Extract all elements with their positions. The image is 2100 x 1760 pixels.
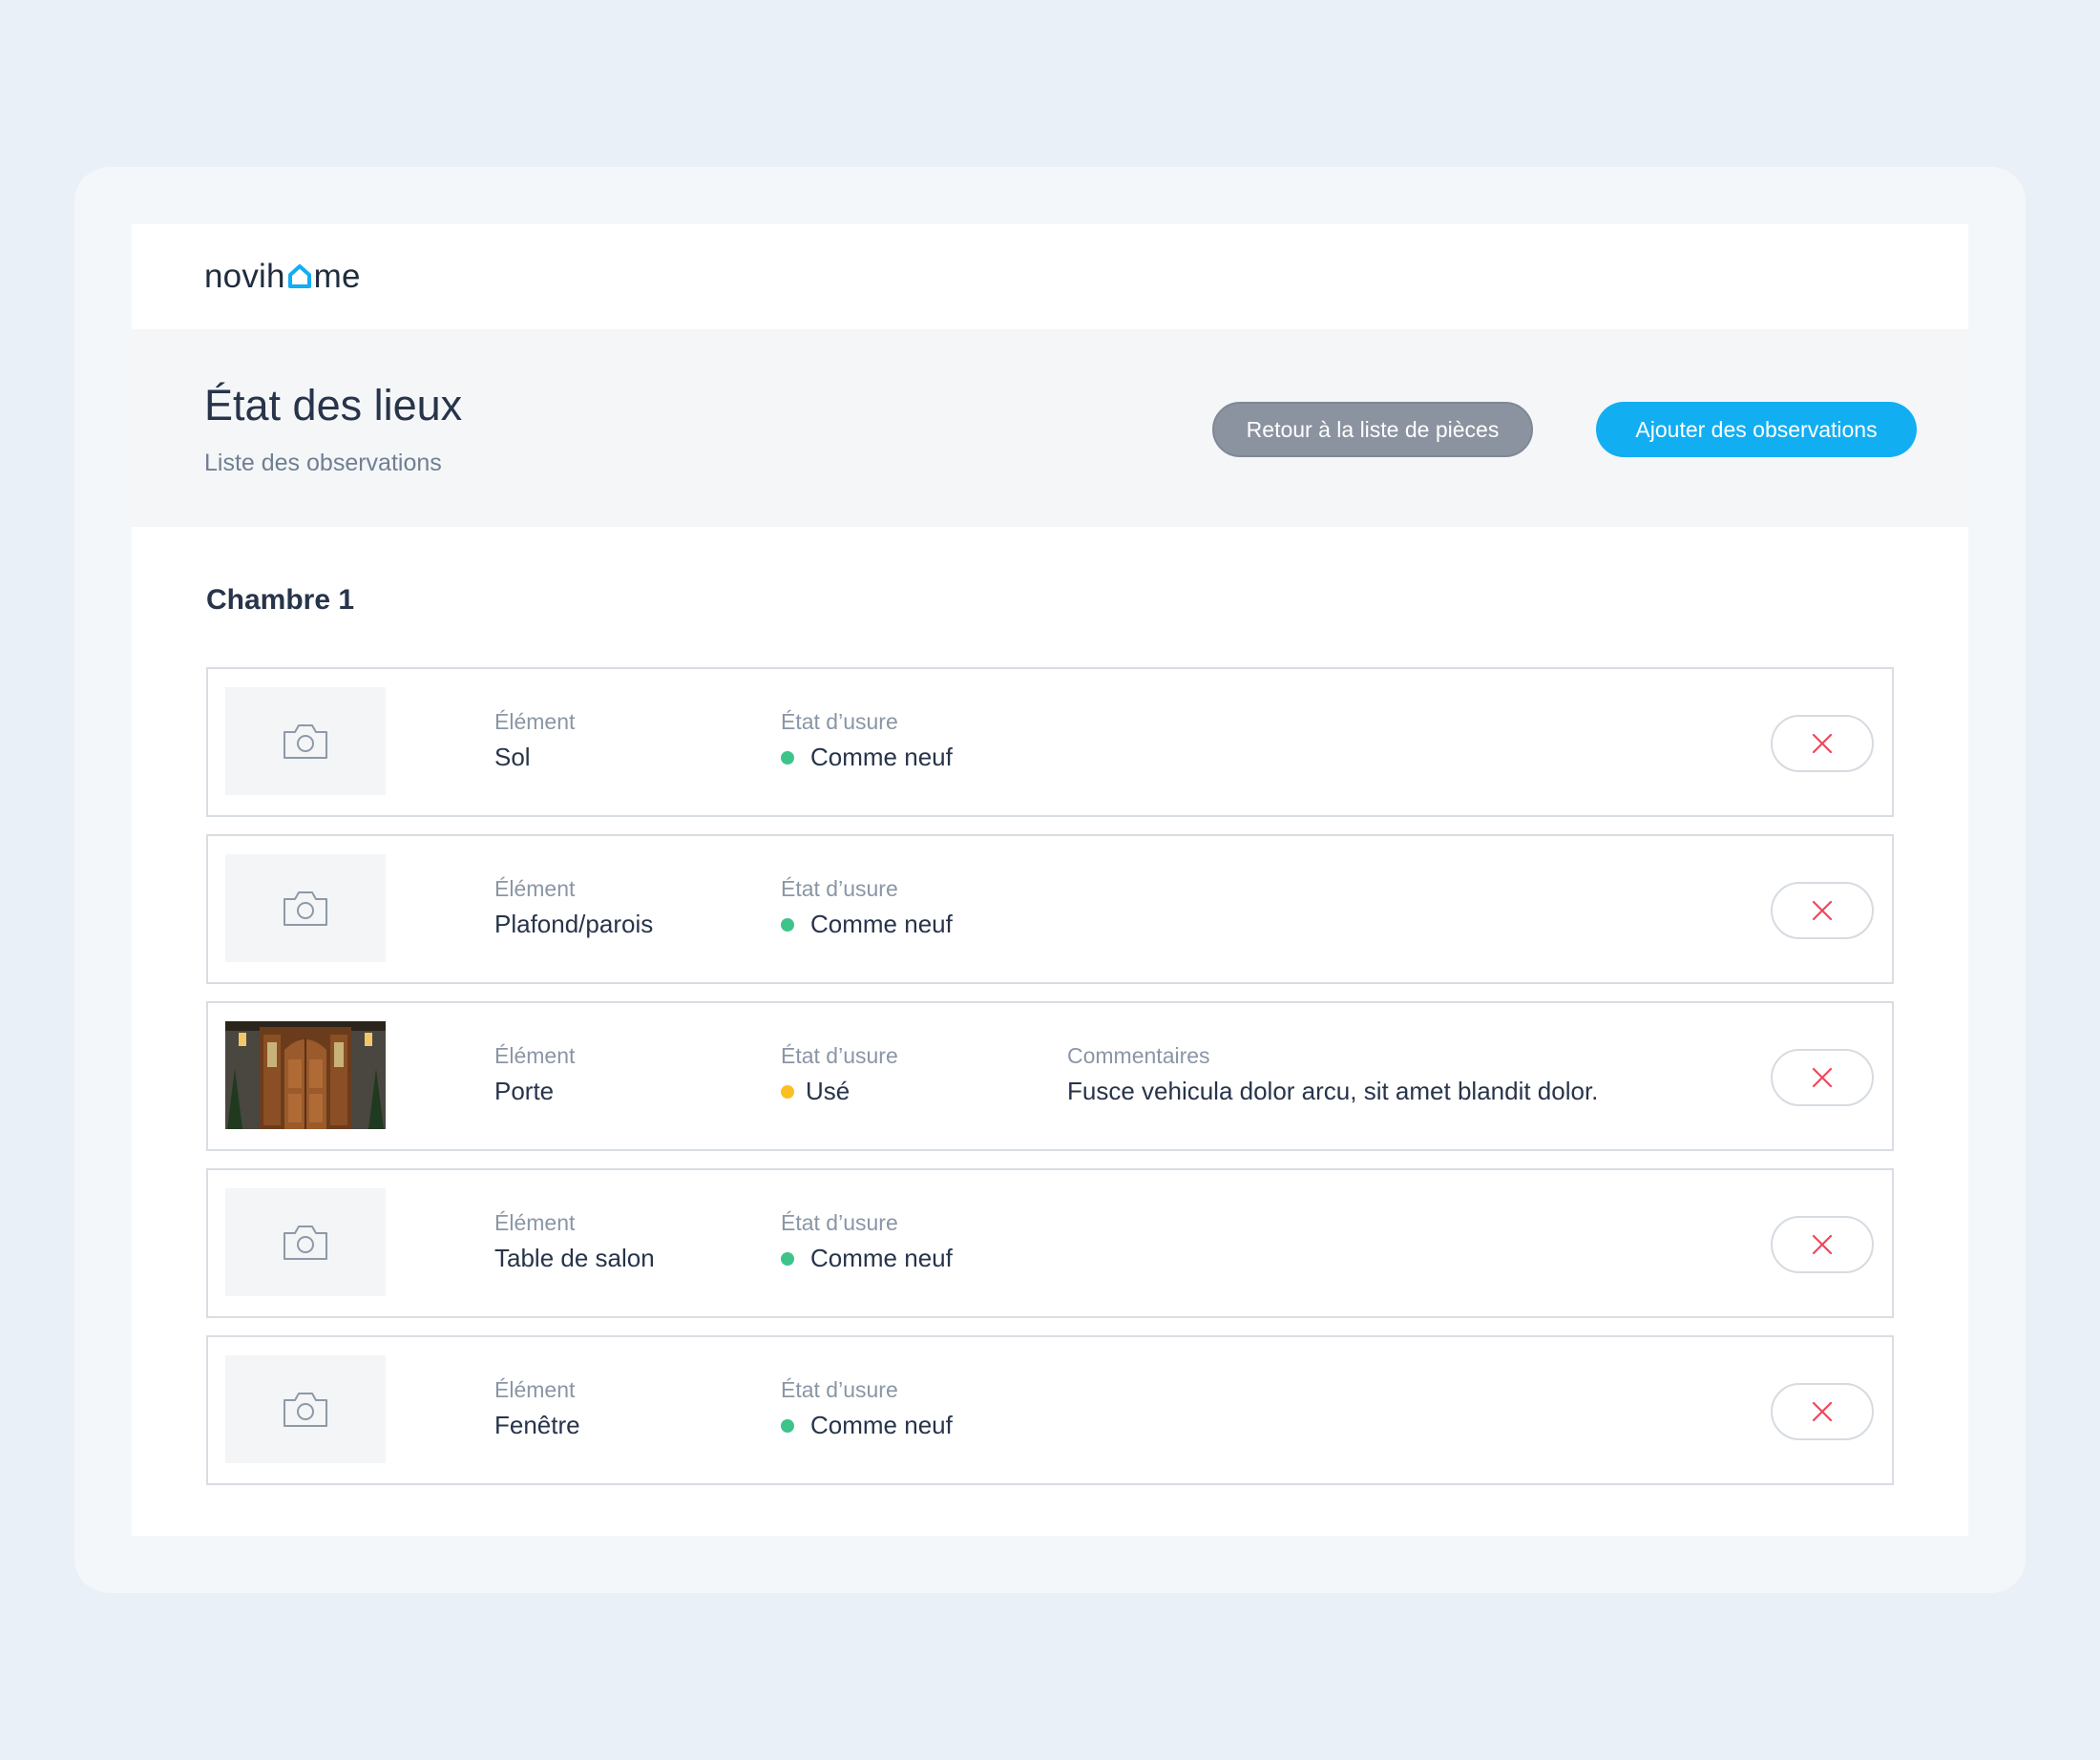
state-column: État d’usure Comme neuf	[781, 876, 953, 939]
page-subtitle: Liste des observations	[204, 450, 442, 476]
logo-text-suffix: me	[313, 258, 361, 295]
observation-row: Élément Sol État d’usure Comme neuf	[206, 667, 1894, 817]
state-text: Comme neuf	[810, 1244, 953, 1272]
element-column: Élément Table de salon	[494, 1210, 655, 1273]
observation-row: Élément Porte État d’usure Usé Commentai…	[206, 1001, 1894, 1151]
delete-observation-button[interactable]	[1771, 1216, 1874, 1273]
element-column: Élément Plafond/parois	[494, 876, 653, 939]
comment-column: Commentaires Fusce vehicula dolor arcu, …	[1067, 1043, 1598, 1106]
logo[interactable]: novih me	[204, 258, 361, 296]
element-column: Élément Sol	[494, 709, 575, 772]
state-value: Comme neuf	[781, 1411, 953, 1440]
state-column: État d’usure Comme neuf	[781, 709, 953, 772]
state-column: État d’usure Comme neuf	[781, 1377, 953, 1440]
state-text: Comme neuf	[810, 743, 953, 771]
door-photo[interactable]	[225, 1021, 386, 1129]
state-text: Comme neuf	[810, 1411, 953, 1439]
state-label: État d’usure	[781, 876, 898, 901]
comment-value: Fusce vehicula dolor arcu, sit amet blan…	[1067, 1077, 1599, 1105]
state-value: Comme neuf	[781, 1244, 953, 1273]
add-observations-button[interactable]: Ajouter des observations	[1596, 402, 1917, 457]
comment-label: Commentaires	[1067, 1043, 1210, 1068]
observation-row: Élément Plafond/parois État d’usure Comm…	[206, 834, 1894, 984]
back-to-rooms-button[interactable]: Retour à la liste de pièces	[1212, 402, 1533, 457]
status-dot	[781, 1084, 794, 1099]
app-frame: novih me État des lieux Liste des observ…	[74, 167, 2026, 1593]
logo-text-prefix: novih	[204, 258, 285, 295]
delete-observation-button[interactable]	[1771, 1383, 1874, 1440]
element-label: Élément	[494, 1043, 576, 1068]
close-icon	[1812, 1401, 1833, 1422]
element-label: Élément	[494, 1210, 576, 1235]
state-column: État d’usure Usé	[781, 1043, 898, 1106]
page-title: État des lieux	[204, 381, 463, 430]
delete-observation-button[interactable]	[1771, 882, 1874, 939]
camera-icon	[284, 1225, 327, 1260]
photo-placeholder[interactable]	[225, 687, 386, 795]
element-value: Fenêtre	[494, 1411, 580, 1439]
close-icon	[1812, 733, 1833, 754]
element-label: Élément	[494, 1377, 576, 1402]
door-image	[225, 1021, 386, 1129]
element-value: Sol	[494, 743, 531, 771]
element-value: Plafond/parois	[494, 910, 654, 938]
state-value: Comme neuf	[781, 743, 953, 772]
status-dot	[781, 917, 794, 932]
status-dot	[781, 1251, 794, 1266]
close-icon	[1812, 1234, 1833, 1255]
element-column: Élément Fenêtre	[494, 1377, 580, 1440]
state-value: Usé	[781, 1077, 898, 1106]
state-value: Comme neuf	[781, 910, 953, 939]
camera-icon	[284, 723, 327, 759]
state-text: Usé	[806, 1077, 850, 1105]
observation-row: Élément Table de salon État d’usure Comm…	[206, 1168, 1894, 1318]
status-dot	[781, 750, 794, 765]
state-label: État d’usure	[781, 709, 898, 734]
state-column: État d’usure Comme neuf	[781, 1210, 953, 1273]
page: novih me État des lieux Liste des observ…	[132, 224, 1968, 1536]
state-label: État d’usure	[781, 1210, 898, 1235]
page-header: État des lieux Liste des observations Re…	[132, 329, 1968, 527]
element-label: Élément	[494, 709, 576, 734]
element-column: Élément Porte	[494, 1043, 575, 1106]
state-label: État d’usure	[781, 1377, 898, 1402]
photo-placeholder[interactable]	[225, 854, 386, 962]
state-text: Comme neuf	[810, 910, 953, 938]
element-value: Porte	[494, 1077, 555, 1105]
close-icon	[1812, 1067, 1833, 1088]
close-icon	[1812, 900, 1833, 921]
element-label: Élément	[494, 876, 576, 901]
delete-observation-button[interactable]	[1771, 1049, 1874, 1106]
room-title: Chambre 1	[206, 584, 355, 616]
top-bar: novih me	[132, 224, 1968, 329]
element-value: Table de salon	[494, 1244, 655, 1272]
observation-row: Élément Fenêtre État d’usure Comme neuf	[206, 1335, 1894, 1485]
status-dot	[781, 1418, 794, 1433]
camera-icon	[284, 1392, 327, 1427]
delete-observation-button[interactable]	[1771, 715, 1874, 772]
house-logo-icon	[287, 264, 311, 288]
camera-icon	[284, 890, 327, 926]
photo-placeholder[interactable]	[225, 1188, 386, 1296]
state-label: État d’usure	[781, 1043, 898, 1068]
observation-list: Élément Sol État d’usure Comme neuf Élém…	[206, 667, 1894, 1502]
photo-placeholder[interactable]	[225, 1355, 386, 1463]
